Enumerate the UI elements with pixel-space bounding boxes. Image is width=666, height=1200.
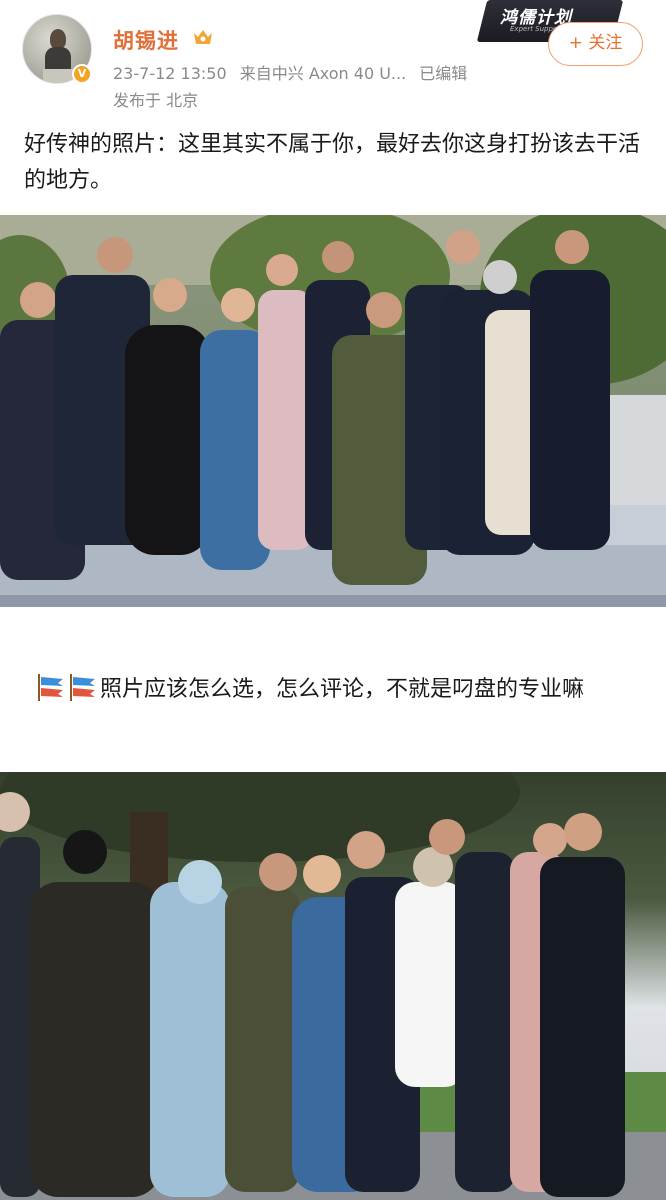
koinobori-fish-emoji [38,674,63,701]
post-header: V 胡锡进 23-7-12 13:50 来自中兴 Axon 40 U... 已编… [0,0,666,118]
post-location: 发布于 北京 [113,91,199,110]
post-timestamp: 23-7-12 13:50 [113,64,227,83]
username[interactable]: 胡锡进 [113,25,179,55]
photo-2-scene [0,772,666,1200]
member-crown-icon [194,30,212,44]
follow-button[interactable]: + 关注 [548,22,643,66]
comment-caption: 照片应该怎么选，怎么评论，不就是叼盘的专业嘛 [36,670,646,710]
edited-label[interactable]: 已编辑 [419,64,467,83]
post-text: 好传神的照片：这里其实不属于你，最好去你这身打扮该去干活的地方。 [24,132,641,193]
post-source: 来自中兴 Axon 40 U... [239,64,407,83]
comment-text: 照片应该怎么选，怎么评论，不就是叼盘的专业嘛 [100,677,585,702]
post-photo-1[interactable] [0,215,666,607]
photo-1-scene [0,215,666,607]
verified-badge-icon: V [72,64,92,84]
koinobori-fish-emoji [70,674,95,701]
post-photo-2[interactable] [0,772,666,1200]
post-meta: 23-7-12 13:50 来自中兴 Axon 40 U... 已编辑 [113,60,475,84]
